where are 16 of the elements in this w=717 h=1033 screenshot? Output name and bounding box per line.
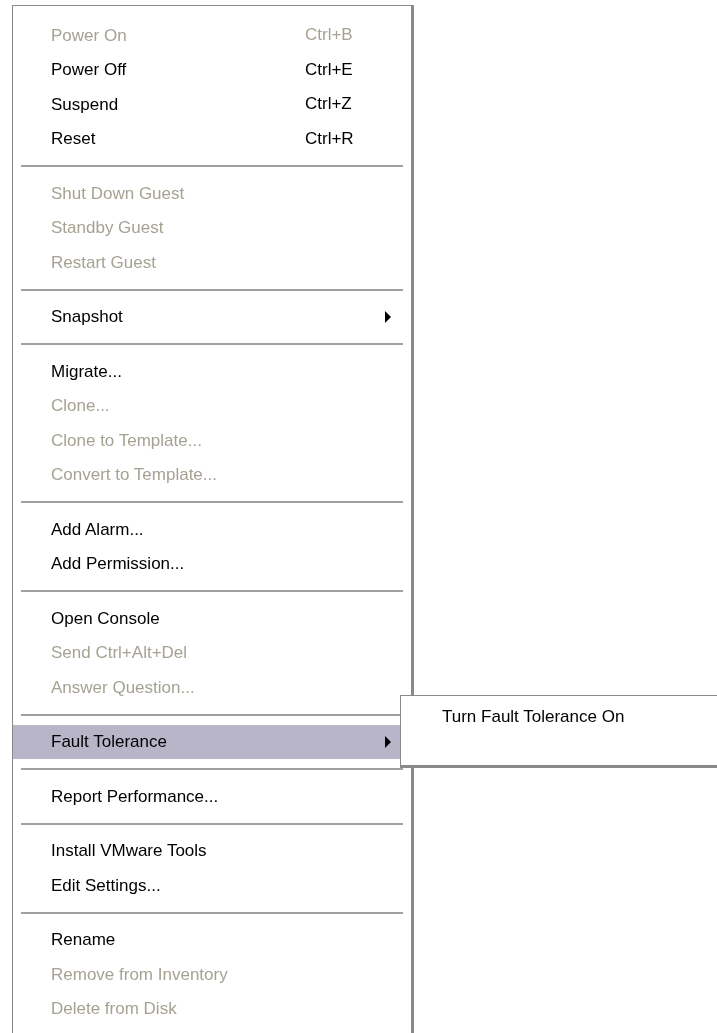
menu-item[interactable]: Suspend Ctrl+Z [13,87,411,122]
shortcut-text: Ctrl+R [305,128,354,150]
menu-item[interactable]: Snapshot [13,299,411,334]
menu-item[interactable]: Reset Ctrl+R [13,121,411,156]
menu-item[interactable]: Migrate... [13,354,411,389]
shortcut-text: Ctrl+E [305,59,353,81]
menu-item[interactable]: Open Console [13,601,411,636]
menu-item[interactable]: Add Permission... [13,546,411,581]
menu-item[interactable]: Install VMware Tools [13,833,411,868]
shortcut-text: Ctrl+B [305,24,353,47]
menu-item[interactable]: Power Off Ctrl+E [13,52,411,87]
shortcut-text: Ctrl+Z [305,93,352,116]
menu-item[interactable]: Report Performance... [13,779,411,814]
menu-item[interactable]: Rename [13,922,411,957]
menu-item[interactable]: Edit Settings... [13,868,411,903]
menu-item[interactable]: Add Alarm... [13,512,411,547]
